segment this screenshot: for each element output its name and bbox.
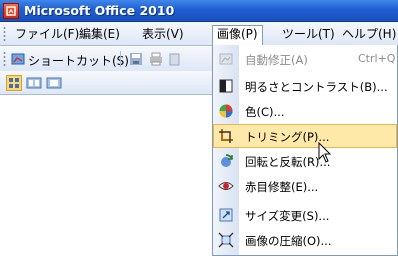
auto-correct-icon (218, 51, 234, 67)
menu-item-label: トリミング(P)... (245, 130, 330, 144)
menu-item-brightness-contrast[interactable]: 明るさとコントラスト(B)... (213, 74, 397, 98)
menu-item-label: 画像の圧縮(O)... (245, 234, 332, 248)
menu-item-compress[interactable]: 画像の圧縮(O)... (213, 228, 397, 252)
shortcut-icon[interactable] (10, 51, 26, 67)
brightness-contrast-icon (218, 78, 234, 94)
menu-item-label: 色(C)... (245, 105, 285, 119)
menu-edit[interactable]: 編集(E) (75, 25, 124, 43)
menu-bar: ファイル(F) 編集(E) 表示(V) 画像(P) ツール(T) ヘルプ(H) (0, 22, 398, 46)
compress-icon (218, 232, 234, 248)
menu-grip (3, 26, 6, 42)
menu-file[interactable]: ファイル(F) (11, 25, 83, 43)
menu-tools[interactable]: ツール(T) (278, 25, 339, 43)
single-view-icon[interactable] (46, 75, 62, 91)
menu-item-rotate-flip[interactable]: 回転と反転(R)... (213, 149, 397, 173)
menu-image[interactable]: 画像(P) (212, 25, 263, 45)
edit-icon[interactable] (168, 51, 184, 67)
print-icon[interactable] (148, 51, 164, 67)
menu-item-shortcut: Ctrl+Q (358, 52, 396, 65)
toolbar-grip (3, 51, 6, 67)
filmstrip-view-icon[interactable] (26, 75, 42, 91)
shortcut-button[interactable]: ショートカット(S)... (28, 52, 140, 69)
rotate-flip-icon (218, 153, 234, 169)
menu-item-label: サイズ変更(S)... (245, 209, 330, 223)
menu-item-resize[interactable]: サイズ変更(S)... (213, 203, 397, 227)
menu-help[interactable]: ヘルプ(H) (338, 25, 398, 43)
save-icon[interactable] (128, 51, 144, 67)
image-menu-dropdown: 自動修正(A) Ctrl+Q 明るさとコントラスト(B)... 色(C)... … (212, 45, 398, 256)
color-icon (218, 103, 234, 119)
menu-item-label: 明るさとコントラスト(B)... (245, 80, 388, 94)
title-bar: Microsoft Office 2010 (0, 0, 398, 22)
window-title: Microsoft Office 2010 (24, 3, 175, 18)
mouse-pointer-icon (318, 141, 332, 164)
thumbnail-view-icon[interactable] (6, 75, 22, 91)
menu-item-auto-correct[interactable]: 自動修正(A) Ctrl+Q (213, 47, 397, 71)
toolbar-separator (120, 51, 121, 67)
menu-view[interactable]: 表示(V) (138, 25, 188, 43)
menu-item-color[interactable]: 色(C)... (213, 99, 397, 123)
menu-item-red-eye[interactable]: 赤目修整(E)... (213, 174, 397, 198)
resize-icon (218, 207, 234, 223)
menu-item-crop[interactable]: トリミング(P)... (213, 124, 397, 148)
app-icon (3, 3, 19, 19)
menu-item-label: 赤目修整(E)... (245, 180, 319, 194)
red-eye-icon (218, 178, 234, 194)
crop-icon (218, 128, 234, 144)
menu-item-label: 自動修正(A) (245, 53, 308, 67)
